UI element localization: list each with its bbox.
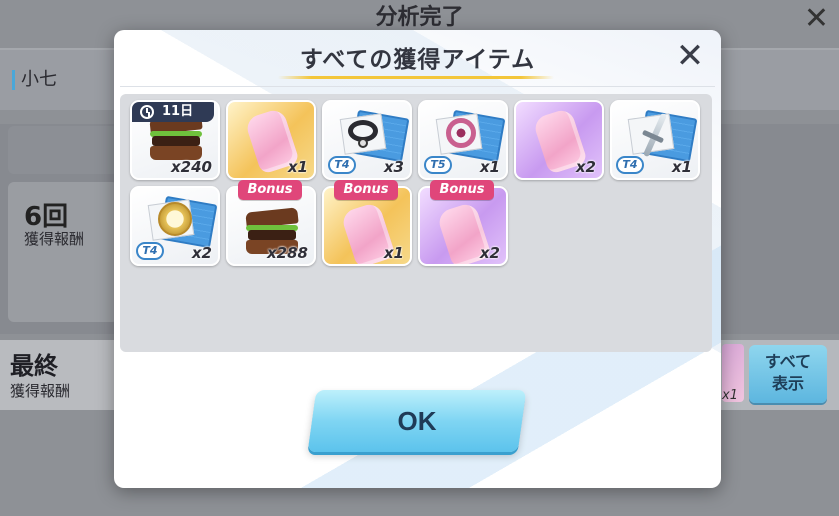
background-reward-qty: x1 xyxy=(722,388,738,403)
item-tile[interactable]: T4 x3 xyxy=(322,100,412,180)
tier-badge: T4 xyxy=(328,156,356,174)
ok-button-label: OK xyxy=(397,406,437,436)
show-all-button[interactable]: すべて 表示 xyxy=(749,345,827,403)
item-tile[interactable]: 11日 x240 xyxy=(130,100,220,180)
compass-icon xyxy=(158,202,192,236)
close-icon[interactable]: ✕ xyxy=(673,39,707,74)
modal-divider xyxy=(120,86,715,87)
item-tile[interactable]: T4 x1 xyxy=(610,100,700,180)
tier-badge: T4 xyxy=(136,242,164,260)
item-tile[interactable]: T4 x2 xyxy=(130,186,220,266)
title-underline xyxy=(278,76,554,79)
sandwich-icon xyxy=(149,113,203,162)
item-quantity: x240 xyxy=(171,158,212,176)
item-quantity: x2 xyxy=(575,158,596,176)
item-quantity: x1 xyxy=(671,158,692,176)
tier-badge: T4 xyxy=(616,156,644,174)
background-card xyxy=(8,126,118,174)
item-quantity: x1 xyxy=(479,158,500,176)
show-all-line1: すべて xyxy=(764,352,812,371)
item-quantity: x1 xyxy=(383,244,404,262)
tier-badge: T5 xyxy=(424,156,452,174)
item-quantity: x3 xyxy=(383,158,404,176)
show-all-line2: 表示 xyxy=(771,374,804,393)
clock-icon xyxy=(140,105,154,119)
item-quantity: x2 xyxy=(191,244,212,262)
background-name-label: 小七 xyxy=(12,70,57,90)
background-final-value: 最終 xyxy=(10,352,58,380)
background-close-icon[interactable]: ✕ xyxy=(804,4,829,34)
item-quantity: x288 xyxy=(267,244,308,262)
obtained-items-modal: すべての獲得アイテム ✕ 11日 x240 x1 T4 x3 T5 x1 x2 … xyxy=(114,30,721,488)
background-count-label: 獲得報酬 xyxy=(24,230,85,248)
expiry-timer-badge: 11日 xyxy=(132,102,214,122)
bonus-tag: Bonus xyxy=(238,180,302,200)
item-quantity: x2 xyxy=(479,244,500,262)
item-tile[interactable]: x1 xyxy=(226,100,316,180)
modal-title: すべての獲得アイテム xyxy=(299,47,536,73)
item-quantity: x1 xyxy=(287,158,308,176)
item-tile[interactable]: T5 x1 xyxy=(418,100,508,180)
bonus-tag: Bonus xyxy=(430,180,494,200)
item-tile[interactable]: x2 xyxy=(514,100,604,180)
item-grid-panel: 11日 x240 x1 T4 x3 T5 x1 x2 T4 x1 T4 x2 x… xyxy=(120,94,712,352)
bonus-tag: Bonus xyxy=(334,180,398,200)
timer-label: 11日 xyxy=(162,104,194,119)
ring-icon xyxy=(446,118,476,148)
background-final-label: 獲得報酬 xyxy=(10,382,71,400)
ok-button[interactable]: OK xyxy=(307,390,527,452)
